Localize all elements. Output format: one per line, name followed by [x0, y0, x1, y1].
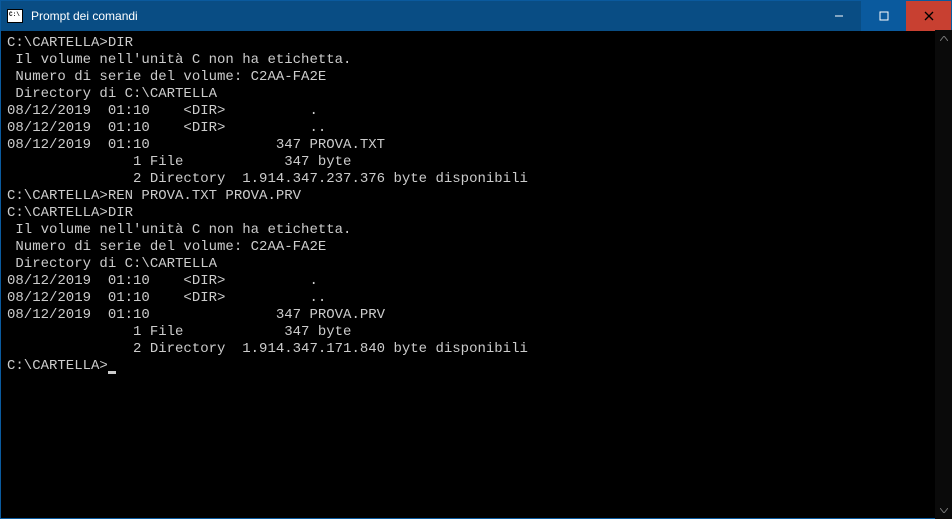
output-line: 08/12/2019 01:10 <DIR> . [7, 273, 945, 290]
window-controls [816, 1, 951, 31]
output-line: 08/12/2019 01:10 347 PROVA.TXT [7, 137, 945, 154]
output-line: 08/12/2019 01:10 <DIR> .. [7, 120, 945, 137]
cursor [108, 371, 116, 374]
scroll-down-icon[interactable] [935, 502, 952, 519]
output-line: C:\CARTELLA>REN PROVA.TXT PROVA.PRV [7, 188, 945, 205]
output-line: 2 Directory 1.914.347.171.840 byte dispo… [7, 341, 945, 358]
output-line: Numero di serie del volume: C2AA-FA2E [7, 69, 945, 86]
scrollbar[interactable] [935, 30, 952, 519]
output-line: Numero di serie del volume: C2AA-FA2E [7, 239, 945, 256]
close-button[interactable] [906, 1, 951, 31]
output-line: Directory di C:\CARTELLA [7, 86, 945, 103]
minimize-button[interactable] [816, 1, 861, 31]
terminal-output[interactable]: C:\CARTELLA>DIR Il volume nell'unità C n… [1, 31, 951, 518]
output-line: 1 File 347 byte [7, 154, 945, 171]
output-line: 08/12/2019 01:10 347 PROVA.PRV [7, 307, 945, 324]
output-line: 2 Directory 1.914.347.237.376 byte dispo… [7, 171, 945, 188]
output-line: Il volume nell'unità C non ha etichetta. [7, 52, 945, 69]
command-prompt-window: Prompt dei comandi C:\CARTELLA>DIR Il vo… [0, 0, 952, 519]
output-line: Il volume nell'unità C non ha etichetta. [7, 222, 945, 239]
output-line: 1 File 347 byte [7, 324, 945, 341]
output-line: Directory di C:\CARTELLA [7, 256, 945, 273]
titlebar[interactable]: Prompt dei comandi [1, 1, 951, 31]
output-line: 08/12/2019 01:10 <DIR> .. [7, 290, 945, 307]
prompt-line: C:\CARTELLA> [7, 358, 945, 375]
output-line: C:\CARTELLA>DIR [7, 205, 945, 222]
scroll-up-icon[interactable] [935, 30, 952, 47]
window-title: Prompt dei comandi [31, 9, 816, 23]
output-line: 08/12/2019 01:10 <DIR> . [7, 103, 945, 120]
cmd-icon [7, 9, 23, 23]
output-line: C:\CARTELLA>DIR [7, 35, 945, 52]
maximize-button[interactable] [861, 1, 906, 31]
